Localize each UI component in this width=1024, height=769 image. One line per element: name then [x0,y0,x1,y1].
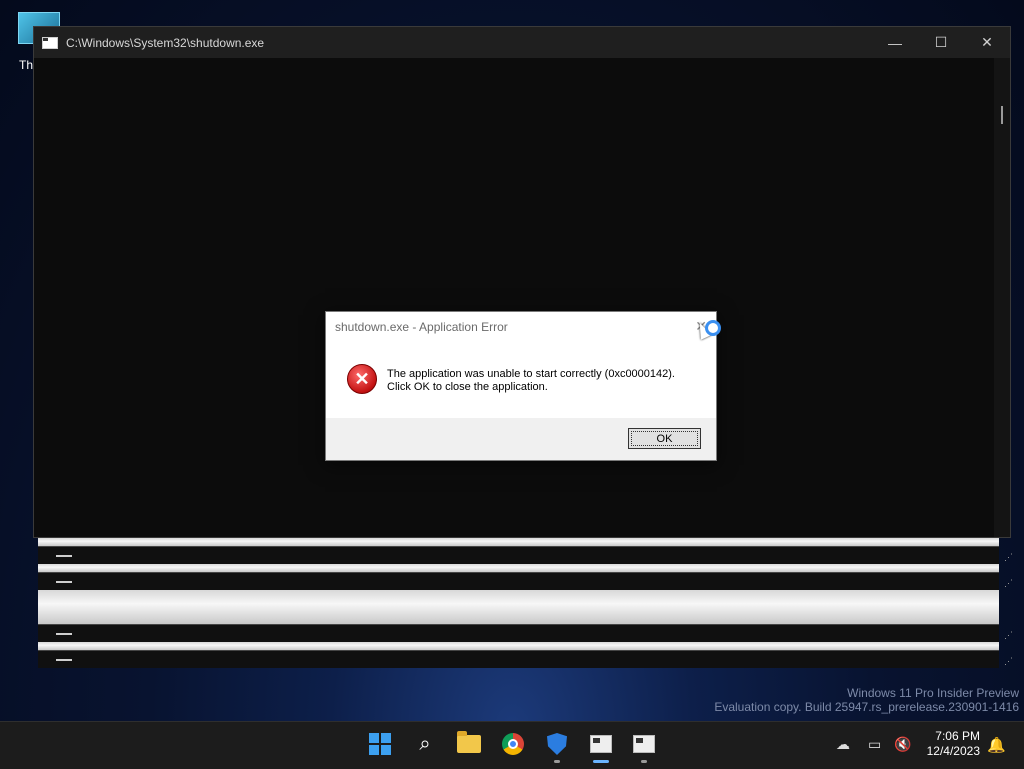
dialog-message-line1: The application was unable to start corr… [387,368,675,380]
notification-bell-icon[interactable]: 🔔 [987,736,1006,754]
scrollbar-thumb[interactable] [1001,106,1003,124]
minimize-dash-icon [56,555,72,557]
dialog-message: The application was unable to start corr… [387,368,675,394]
desktop-icon-label: Th [19,58,34,72]
volume-muted-icon[interactable]: 🔇 [894,736,911,753]
error-dialog: shutdown.exe - Application Error ✕ ✕ The… [325,311,717,461]
taskbar: ⌕ ☁ ▭ 🔇 7:06 PM 12/4/2023 🔔 [0,721,1024,769]
stacked-window-bar[interactable] [38,650,999,668]
console-icon [633,735,655,753]
console-taskbar-button-2[interactable] [632,732,656,756]
minimize-dash-icon [56,581,72,583]
stacked-window-strip [38,642,999,650]
resize-grip-icon[interactable]: ⋰ [1004,630,1014,640]
busy-indicator-icon [705,320,721,336]
windows-security-button[interactable] [545,732,569,756]
search-button[interactable]: ⌕ [413,732,437,756]
shield-icon [547,733,567,755]
watermark-line1: Windows 11 Pro Insider Preview [847,686,1019,700]
console-icon [590,735,612,753]
console-app-icon [42,36,58,49]
console-scrollbar[interactable] [994,58,1010,537]
minimize-dash-icon [56,659,72,661]
console-window[interactable]: C:\Windows\System32\shutdown.exe — ☐ ✕ [33,26,1011,538]
clock-time: 7:06 PM [935,729,980,743]
stacked-window-bar[interactable] [38,624,999,643]
stacked-window-bar[interactable] [38,572,999,591]
windows-logo-icon [369,733,391,755]
console-taskbar-button[interactable] [589,732,613,756]
cloud-offline-icon[interactable]: ☁ [836,736,850,753]
watermark-line2: Evaluation copy. Build 25947.rs_prerelea… [714,700,1019,714]
running-indicator [641,760,647,763]
stacked-window-bar[interactable] [38,546,999,565]
network-icon[interactable]: ▭ [868,736,881,753]
minimize-dash-icon [56,633,72,635]
active-indicator [593,760,609,763]
resize-grip-icon[interactable]: ⋰ [1004,552,1014,562]
resize-grip-icon[interactable]: ⋰ [1004,656,1014,666]
close-button[interactable]: ✕ [964,27,1010,58]
clock[interactable]: 7:06 PM 12/4/2023 [927,729,980,759]
stacked-window-strip [38,564,999,572]
dialog-title: shutdown.exe - Application Error [335,320,508,334]
search-icon: ⌕ [419,732,431,755]
maximize-button[interactable]: ☐ [918,27,964,58]
folder-icon [457,731,481,753]
chrome-button[interactable] [501,732,525,756]
minimize-button[interactable]: — [872,27,918,58]
resize-grip-icon[interactable]: ⋰ [1004,578,1014,588]
dialog-message-line2: Click OK to close the application. [387,381,548,393]
file-explorer-button[interactable] [457,731,481,756]
console-titlebar[interactable]: C:\Windows\System32\shutdown.exe — ☐ ✕ [34,27,1010,58]
ok-button[interactable]: OK [628,428,701,449]
console-title: C:\Windows\System32\shutdown.exe [66,35,265,50]
running-indicator [554,760,560,763]
start-button[interactable] [368,732,392,756]
evaluation-watermark: Windows 11 Pro Insider Preview Evaluatio… [714,686,1019,714]
chrome-icon [502,733,524,755]
stacked-window-strip [38,538,999,546]
error-icon: ✕ [347,364,377,394]
clock-date: 12/4/2023 [926,744,980,758]
dialog-footer: OK [326,418,716,460]
stacked-window-strip [38,590,999,624]
